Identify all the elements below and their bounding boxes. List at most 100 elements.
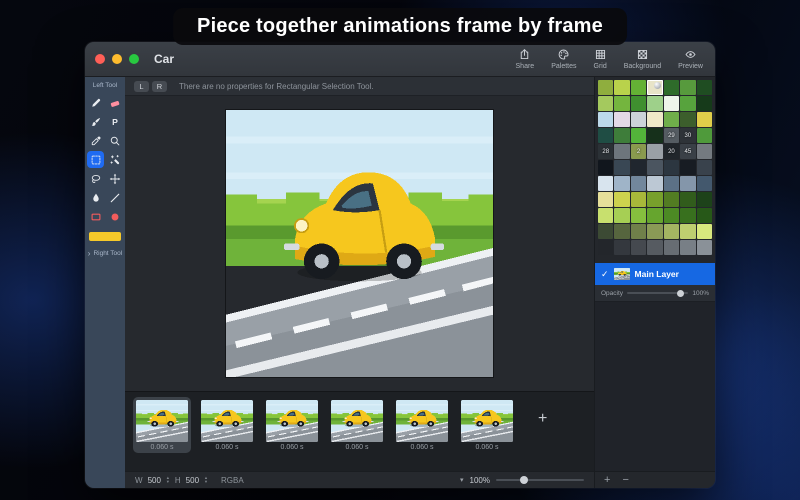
zoom-window-button[interactable] bbox=[129, 54, 139, 64]
right-tool-section[interactable]: › Right Tool bbox=[88, 250, 122, 257]
palette-swatch-37[interactable] bbox=[631, 160, 646, 175]
left-tool-toggle[interactable]: L bbox=[134, 81, 149, 92]
palette-swatch-5[interactable] bbox=[680, 80, 695, 95]
palette-swatch-15[interactable] bbox=[614, 112, 629, 127]
tool-lasso[interactable] bbox=[87, 170, 104, 187]
palette-swatch-51[interactable] bbox=[631, 192, 646, 207]
remove-layer-button[interactable]: − bbox=[622, 475, 628, 486]
palette-swatch-21[interactable] bbox=[598, 128, 613, 143]
palette-swatch-60[interactable] bbox=[664, 208, 679, 223]
opacity-slider-knob[interactable] bbox=[677, 290, 684, 297]
palette-swatch-27[interactable] bbox=[697, 128, 712, 143]
zoom-slider-knob[interactable] bbox=[520, 476, 528, 484]
palette-swatch-73[interactable] bbox=[647, 240, 662, 255]
palette-swatch-71[interactable] bbox=[614, 240, 629, 255]
canvas-area[interactable] bbox=[125, 96, 594, 391]
palette-swatch-64[interactable] bbox=[614, 224, 629, 239]
toolbar-share-button[interactable]: Share bbox=[516, 48, 535, 70]
palette-swatch-32[interactable]: 20 bbox=[664, 144, 679, 159]
palette-swatch-2[interactable] bbox=[631, 80, 646, 95]
palette-swatch-17[interactable] bbox=[647, 112, 662, 127]
palette-swatch-38[interactable] bbox=[647, 160, 662, 175]
palette-swatch-4[interactable] bbox=[664, 80, 679, 95]
timeline-frame-3[interactable]: 0.060 s bbox=[263, 397, 321, 453]
palette-swatch-61[interactable] bbox=[680, 208, 695, 223]
toolbar-grid-button[interactable]: Grid bbox=[594, 48, 607, 70]
palette-swatch-45[interactable] bbox=[647, 176, 662, 191]
palette-swatch-20[interactable] bbox=[697, 112, 712, 127]
palette-swatch-46[interactable] bbox=[664, 176, 679, 191]
palette-swatch-12[interactable] bbox=[680, 96, 695, 111]
add-layer-button[interactable]: + bbox=[604, 475, 610, 486]
tool-eyedropper[interactable] bbox=[87, 132, 104, 149]
palette-swatch-36[interactable] bbox=[614, 160, 629, 175]
palette-swatch-7[interactable] bbox=[598, 96, 613, 111]
add-frame-button[interactable]: + bbox=[538, 411, 547, 427]
palette-swatch-42[interactable] bbox=[598, 176, 613, 191]
palette-swatch-65[interactable] bbox=[631, 224, 646, 239]
window-titlebar[interactable]: Car SharePalettesGridBackgroundPreview bbox=[85, 42, 715, 77]
tool-move[interactable] bbox=[106, 170, 123, 187]
palette-swatch-57[interactable] bbox=[614, 208, 629, 223]
palette-swatch-54[interactable] bbox=[680, 192, 695, 207]
timeline-frame-2[interactable]: 0.060 s bbox=[198, 397, 256, 453]
palette-swatch-66[interactable] bbox=[647, 224, 662, 239]
palette-swatch-19[interactable] bbox=[680, 112, 695, 127]
palette-swatch-44[interactable] bbox=[631, 176, 646, 191]
palette-swatch-11[interactable] bbox=[664, 96, 679, 111]
toolbar-preview-button[interactable]: Preview bbox=[678, 48, 703, 70]
palette-swatch-63[interactable] bbox=[598, 224, 613, 239]
palette-swatch-68[interactable] bbox=[680, 224, 695, 239]
tool-zoom[interactable] bbox=[106, 132, 123, 149]
tool-ellipse-shape[interactable] bbox=[106, 208, 123, 225]
palette-swatch-41[interactable] bbox=[697, 160, 712, 175]
palette-swatch-9[interactable] bbox=[631, 96, 646, 111]
height-stepper[interactable]: ▲▼ bbox=[204, 476, 208, 483]
timeline-frame-5[interactable]: 0.060 s bbox=[393, 397, 451, 453]
tool-fill[interactable] bbox=[87, 189, 104, 206]
palette-swatch-56[interactable] bbox=[598, 208, 613, 223]
palette-swatch-47[interactable] bbox=[680, 176, 695, 191]
palette-swatch-6[interactable] bbox=[697, 80, 712, 95]
palette-swatch-49[interactable] bbox=[598, 192, 613, 207]
zoom-value[interactable]: 100% bbox=[470, 476, 490, 485]
palette-swatch-53[interactable] bbox=[664, 192, 679, 207]
palette-swatch-31[interactable] bbox=[647, 144, 662, 159]
tool-brush[interactable] bbox=[87, 113, 104, 130]
palette-swatch-74[interactable] bbox=[664, 240, 679, 255]
palette-swatch-75[interactable] bbox=[680, 240, 695, 255]
palette-swatch-67[interactable] bbox=[664, 224, 679, 239]
palette-swatch-10[interactable] bbox=[647, 96, 662, 111]
palette-swatch-59[interactable] bbox=[647, 208, 662, 223]
palette-swatch-35[interactable] bbox=[598, 160, 613, 175]
right-tool-toggle[interactable]: R bbox=[152, 81, 167, 92]
palette-swatch-34[interactable] bbox=[697, 144, 712, 159]
width-stepper[interactable]: ▲▼ bbox=[166, 476, 170, 483]
palette-swatch-23[interactable] bbox=[631, 128, 646, 143]
palette-swatch-22[interactable] bbox=[614, 128, 629, 143]
palette-swatch-16[interactable] bbox=[631, 112, 646, 127]
opacity-slider[interactable] bbox=[627, 292, 688, 294]
palette-swatch-26[interactable]: 30 bbox=[680, 128, 695, 143]
palette-swatch-24[interactable] bbox=[647, 128, 662, 143]
layer-visibility-check-icon[interactable]: ✓ bbox=[601, 269, 609, 280]
palette-swatch-43[interactable] bbox=[614, 176, 629, 191]
tool-rect-shape[interactable] bbox=[87, 208, 104, 225]
palette-swatch-13[interactable] bbox=[697, 96, 712, 111]
palette-swatch-14[interactable] bbox=[598, 112, 613, 127]
tool-eraser[interactable] bbox=[106, 94, 123, 111]
palette-swatch-62[interactable] bbox=[697, 208, 712, 223]
toolbar-palettes-button[interactable]: Palettes bbox=[551, 48, 576, 70]
minimize-button[interactable] bbox=[112, 54, 122, 64]
palette-swatch-76[interactable] bbox=[697, 240, 712, 255]
palette-swatch-18[interactable] bbox=[664, 112, 679, 127]
palette-swatch-69[interactable] bbox=[697, 224, 712, 239]
palette-swatch-48[interactable] bbox=[697, 176, 712, 191]
palette-swatch-39[interactable] bbox=[664, 160, 679, 175]
palette-swatch-29[interactable] bbox=[614, 144, 629, 159]
close-button[interactable] bbox=[95, 54, 105, 64]
palette-swatch-55[interactable] bbox=[697, 192, 712, 207]
tool-pencil[interactable] bbox=[87, 94, 104, 111]
tool-rect-select[interactable] bbox=[87, 151, 104, 168]
active-color-swatch[interactable] bbox=[89, 232, 121, 241]
